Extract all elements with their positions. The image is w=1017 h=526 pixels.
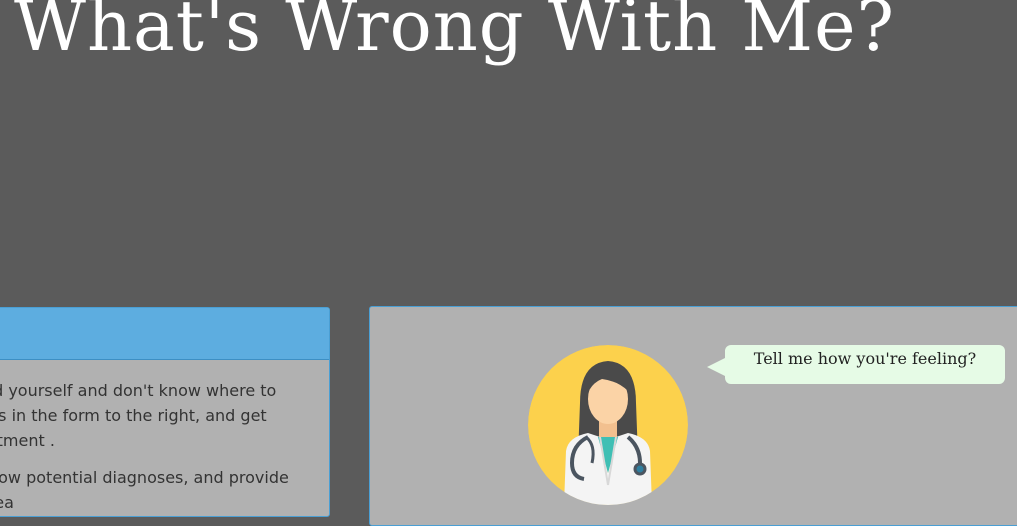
doctor-avatar-icon xyxy=(528,345,688,505)
page-title: What's Wrong With Me? xyxy=(14,0,896,67)
info-panel: red yourself and don't know where to ns … xyxy=(0,307,330,517)
info-text-line: how potential diagnoses, and provide xyxy=(0,468,289,487)
info-panel-body: red yourself and don't know where to ns … xyxy=(0,378,329,516)
info-panel-header xyxy=(0,308,329,360)
speech-bubble: Tell me how you're feeling? xyxy=(725,345,1005,384)
info-text-line: ns in the form to the right, and get xyxy=(0,406,267,425)
speech-bubble-tail xyxy=(707,357,727,377)
chat-panel: Tell me how you're feeling? xyxy=(369,306,1017,526)
info-text-line: red yourself and don't know where to xyxy=(0,381,277,400)
info-text-line: eatment . xyxy=(0,431,55,450)
info-text-line: rea xyxy=(0,493,14,512)
